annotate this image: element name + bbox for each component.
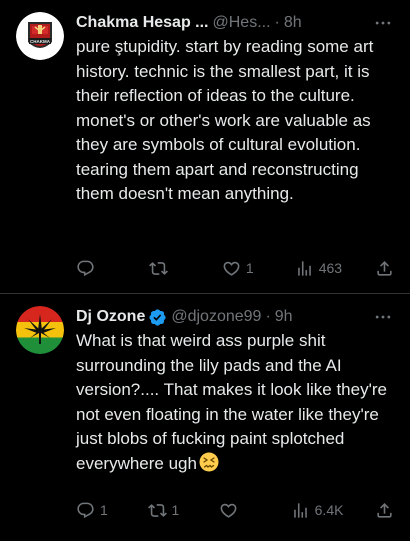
share-icon — [377, 260, 392, 276]
share-button[interactable] — [375, 501, 394, 520]
share-icon — [377, 502, 392, 518]
views-icon — [297, 260, 311, 276]
separator-dot: · — [274, 14, 280, 31]
views-button[interactable]: 463 — [295, 259, 342, 278]
author-handle[interactable]: @djozone99 — [171, 308, 261, 326]
reply-icon — [77, 502, 94, 518]
avatar[interactable] — [16, 306, 64, 354]
more-icon[interactable] — [370, 306, 396, 328]
like-icon — [223, 261, 240, 276]
views-icon — [293, 502, 307, 518]
retweet-icon — [148, 261, 168, 275]
author-name[interactable]: Dj Ozone — [76, 308, 145, 326]
avatar-text: CHAKMA — [30, 39, 51, 44]
views-button[interactable]: 6.4K — [291, 501, 344, 520]
separator-dot: · — [265, 308, 271, 325]
action-bar: 1 1 6.4K — [76, 498, 394, 522]
like-icon — [220, 503, 237, 518]
like-button[interactable]: 1 — [222, 259, 262, 278]
tweet-text: pure ştupidity. start by reading some ar… — [76, 37, 374, 203]
retweet-count: 1 — [171, 502, 180, 518]
tweet[interactable]: CHAKMA Chakma Hesap ... @Hes... · 8h pur… — [0, 0, 410, 294]
avatar[interactable]: CHAKMA — [16, 12, 64, 60]
author-handle[interactable]: @Hes... — [213, 14, 271, 32]
author-name[interactable]: Chakma Hesap ... — [76, 14, 209, 32]
more-icon[interactable] — [370, 12, 396, 34]
timestamp[interactable]: 9h — [275, 308, 293, 326]
reply-icon — [77, 260, 94, 276]
tweet-text-body: What is that weird ass purple shit surro… — [76, 331, 387, 473]
verified-badge-icon — [149, 308, 166, 326]
tweet[interactable]: Dj Ozone @djozone99 · 9h What is that we… — [0, 294, 410, 541]
view-count: 6.4K — [314, 502, 344, 518]
timestamp[interactable]: 8h — [284, 14, 302, 32]
confounded-face-emoji — [199, 452, 219, 471]
share-button[interactable] — [375, 259, 394, 278]
like-count: 1 — [245, 260, 254, 276]
retweet-button[interactable]: 1 — [147, 501, 188, 520]
reply-button[interactable] — [76, 259, 116, 278]
like-button[interactable] — [219, 501, 259, 520]
reply-count: 1 — [100, 502, 108, 518]
retweet-button[interactable] — [148, 259, 189, 278]
retweet-icon — [147, 503, 167, 517]
tweet-text: What is that weird ass purple shit surro… — [76, 329, 394, 476]
view-count: 463 — [318, 260, 343, 276]
reply-button[interactable]: 1 — [76, 501, 116, 520]
action-bar: 1 463 — [76, 256, 394, 280]
